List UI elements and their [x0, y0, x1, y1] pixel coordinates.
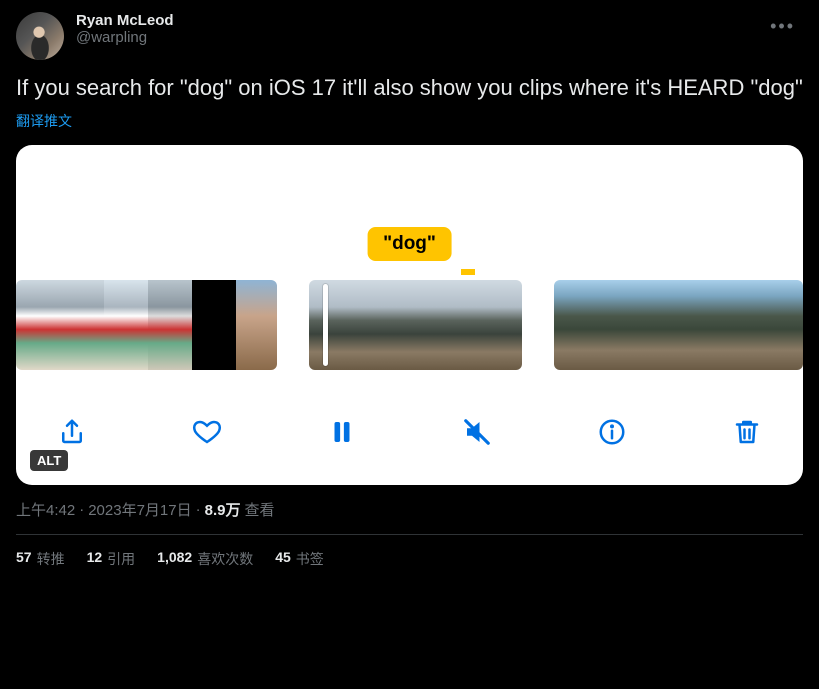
clip-thumbnail — [764, 280, 803, 370]
clip-thumbnail — [596, 280, 638, 370]
clip-thumbnail — [192, 280, 236, 370]
media-toolbar — [16, 407, 803, 457]
meta-sep: · — [196, 501, 201, 518]
alt-badge[interactable]: ALT — [30, 450, 68, 471]
views-label: 查看 — [244, 499, 274, 520]
tweet-stats: 57 转推 12 引用 1,082 喜欢次数 45 书签 — [16, 549, 803, 569]
media-card[interactable]: "dog" — [16, 145, 803, 485]
stat-count: 57 — [16, 549, 32, 569]
quotes-stat[interactable]: 12 引用 — [87, 549, 136, 569]
clip-thumbnail — [638, 280, 680, 370]
clip-group[interactable] — [16, 280, 277, 370]
clip-thumbnail — [471, 280, 522, 370]
meta-sep: · — [79, 501, 84, 518]
divider — [16, 534, 803, 535]
video-timeline[interactable] — [16, 280, 803, 370]
display-name: Ryan McLeod — [76, 12, 750, 29]
tweet-header: Ryan McLeod @warpling ••• — [16, 12, 803, 60]
clip-thumbnail — [680, 280, 722, 370]
handle: @warpling — [76, 29, 750, 46]
heart-icon[interactable] — [191, 416, 223, 448]
stat-count: 1,082 — [157, 549, 192, 569]
timeline-marker — [461, 269, 475, 275]
info-icon[interactable] — [596, 416, 628, 448]
mute-icon[interactable] — [461, 416, 493, 448]
trash-icon[interactable] — [731, 416, 763, 448]
clip-thumbnail — [417, 280, 471, 370]
avatar[interactable] — [16, 12, 64, 60]
clip-thumbnail — [148, 280, 192, 370]
search-term-tooltip: "dog" — [367, 227, 452, 261]
time[interactable]: 上午4:42 — [16, 499, 75, 520]
likes-stat[interactable]: 1,082 喜欢次数 — [157, 549, 253, 569]
stat-label: 转推 — [37, 549, 65, 569]
clip-thumbnail — [60, 280, 104, 370]
stat-label: 引用 — [107, 549, 135, 569]
tweet-text: If you search for "dog" on iOS 17 it'll … — [16, 74, 803, 103]
stat-label: 喜欢次数 — [197, 549, 253, 569]
stat-count: 45 — [275, 549, 291, 569]
clip-group[interactable] — [554, 280, 803, 370]
stat-count: 12 — [87, 549, 103, 569]
clip-thumbnail — [236, 280, 277, 370]
clip-thumbnail — [16, 280, 60, 370]
clip-thumbnail — [104, 280, 148, 370]
clip-thumbnail — [309, 280, 363, 370]
more-options-button[interactable]: ••• — [762, 12, 803, 41]
clip-thumbnail — [363, 280, 417, 370]
share-icon[interactable] — [56, 416, 88, 448]
views-count: 8.9万 — [205, 499, 241, 520]
tweet-meta: 上午4:42 · 2023年7月17日 · 8.9万 查看 — [16, 499, 803, 520]
clip-thumbnail — [554, 280, 596, 370]
bookmarks-stat[interactable]: 45 书签 — [275, 549, 324, 569]
clip-group[interactable] — [309, 280, 522, 370]
pause-icon[interactable] — [326, 416, 358, 448]
name-block[interactable]: Ryan McLeod @warpling — [76, 12, 750, 46]
clip-thumbnail — [722, 280, 764, 370]
playhead[interactable] — [323, 284, 328, 366]
retweets-stat[interactable]: 57 转推 — [16, 549, 65, 569]
translate-link[interactable]: 翻译推文 — [16, 111, 803, 131]
date[interactable]: 2023年7月17日 — [88, 499, 191, 520]
stat-label: 书签 — [296, 549, 324, 569]
